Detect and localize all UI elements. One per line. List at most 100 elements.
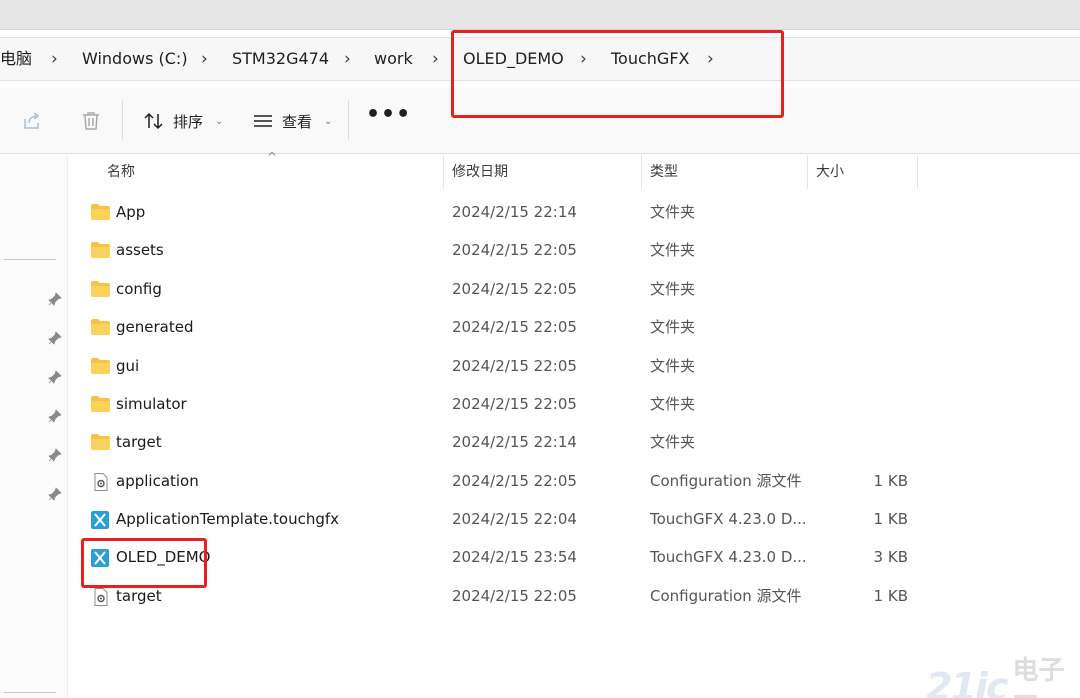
sort-arrows-icon bbox=[144, 112, 163, 130]
folder-icon bbox=[91, 281, 110, 297]
list-item[interactable]: target 2024/2/15 22:05 Configuration 源文件… bbox=[70, 577, 1080, 615]
watermark-text: 电子网 bbox=[1012, 656, 1065, 698]
file-date: 2024/2/15 23:54 bbox=[452, 548, 577, 566]
file-date: 2024/2/15 22:14 bbox=[452, 203, 577, 221]
trash-icon[interactable] bbox=[80, 110, 102, 132]
toolbar-divider bbox=[122, 100, 123, 140]
watermark-number: 21ic bbox=[926, 665, 1008, 698]
file-name: generated bbox=[116, 318, 194, 336]
column-divider[interactable] bbox=[641, 155, 642, 189]
config-file-icon bbox=[91, 473, 110, 491]
list-item[interactable]: gui 2024/2/15 22:05 文件夹 bbox=[70, 347, 1080, 385]
window-top-strip bbox=[0, 0, 1080, 30]
file-date: 2024/2/15 22:14 bbox=[452, 433, 577, 451]
column-divider[interactable] bbox=[917, 155, 918, 189]
file-name: simulator bbox=[116, 395, 187, 413]
file-name: target bbox=[116, 433, 162, 451]
nav-divider bbox=[4, 259, 56, 260]
file-name: config bbox=[116, 280, 162, 298]
chevron-down-icon: ⌄ bbox=[215, 115, 224, 127]
column-header-size[interactable]: 大小 bbox=[816, 155, 844, 189]
highlight-box-file bbox=[81, 538, 207, 588]
pin-icon[interactable] bbox=[48, 292, 62, 306]
breadcrumb-item-drive[interactable]: Windows (C:) bbox=[82, 38, 188, 82]
navigation-pane bbox=[0, 155, 68, 698]
file-type: 文件夹 bbox=[650, 357, 696, 375]
chevron-right-icon[interactable]: › bbox=[51, 38, 58, 82]
folder-icon bbox=[91, 434, 110, 450]
breadcrumb-item-stm32g474[interactable]: STM32G474 bbox=[232, 38, 329, 82]
view-lines-icon bbox=[254, 115, 272, 127]
sort-label: 排序 bbox=[173, 112, 204, 131]
pin-icon[interactable] bbox=[48, 370, 62, 384]
file-name: gui bbox=[116, 357, 140, 375]
file-size: 3 KB bbox=[873, 548, 908, 566]
sort-button[interactable]: 排序 ⌄ bbox=[143, 106, 223, 136]
file-date: 2024/2/15 22:05 bbox=[452, 587, 577, 605]
watermark-logo: 21ic 电子网 bbox=[926, 650, 1080, 698]
column-divider[interactable] bbox=[443, 155, 444, 189]
file-name: App bbox=[116, 203, 146, 221]
file-date: 2024/2/15 22:05 bbox=[452, 357, 577, 375]
file-date: 2024/2/15 22:05 bbox=[452, 318, 577, 336]
folder-icon bbox=[91, 242, 110, 258]
file-type: 文件夹 bbox=[650, 280, 696, 298]
column-header-type[interactable]: 类型 bbox=[650, 155, 678, 189]
file-name: application bbox=[116, 472, 199, 490]
file-type: TouchGFX 4.23.0 D... bbox=[650, 510, 807, 528]
breadcrumb-item-work[interactable]: work bbox=[374, 38, 413, 82]
file-type: TouchGFX 4.23.0 D... bbox=[650, 548, 807, 566]
list-item[interactable]: ApplicationTemplate.touchgfx 2024/2/15 2… bbox=[70, 500, 1080, 538]
breadcrumb-item-computer[interactable]: 电脑 bbox=[0, 38, 32, 82]
share-icon[interactable] bbox=[21, 110, 43, 132]
pin-icon[interactable] bbox=[48, 487, 62, 501]
nav-divider bbox=[4, 692, 56, 693]
column-divider[interactable] bbox=[807, 155, 808, 189]
file-type: Configuration 源文件 bbox=[650, 472, 802, 490]
folder-icon bbox=[91, 319, 110, 335]
chevron-right-icon[interactable]: › bbox=[432, 38, 439, 82]
touchgfx-file-icon bbox=[91, 511, 110, 529]
file-type: Configuration 源文件 bbox=[650, 587, 802, 605]
list-item[interactable]: simulator 2024/2/15 22:05 文件夹 bbox=[70, 385, 1080, 423]
list-item[interactable]: assets 2024/2/15 22:05 文件夹 bbox=[70, 231, 1080, 269]
list-item[interactable]: application 2024/2/15 22:05 Configuratio… bbox=[70, 462, 1080, 500]
file-name: assets bbox=[116, 241, 164, 259]
file-type: 文件夹 bbox=[650, 433, 696, 451]
pin-icon[interactable] bbox=[48, 448, 62, 462]
file-date: 2024/2/15 22:05 bbox=[452, 241, 577, 259]
folder-icon bbox=[91, 358, 110, 374]
list-item[interactable]: config 2024/2/15 22:05 文件夹 bbox=[70, 270, 1080, 308]
toolbar-divider bbox=[348, 100, 349, 140]
folder-icon bbox=[91, 204, 110, 220]
chevron-down-icon: ⌄ bbox=[324, 115, 333, 127]
file-name: ApplicationTemplate.touchgfx bbox=[116, 510, 340, 528]
file-type: 文件夹 bbox=[650, 395, 696, 413]
pin-icon[interactable] bbox=[48, 331, 62, 345]
chevron-right-icon[interactable]: › bbox=[201, 38, 208, 82]
more-options-button[interactable]: ••• bbox=[366, 102, 411, 127]
file-type: 文件夹 bbox=[650, 203, 696, 221]
file-date: 2024/2/15 22:05 bbox=[452, 280, 577, 298]
file-date: 2024/2/15 22:05 bbox=[452, 395, 577, 413]
list-item[interactable]: target 2024/2/15 22:14 文件夹 bbox=[70, 423, 1080, 461]
file-date: 2024/2/15 22:05 bbox=[452, 472, 577, 490]
column-header-date[interactable]: 修改日期 bbox=[452, 155, 508, 189]
highlight-box-path bbox=[451, 30, 784, 118]
chevron-right-icon[interactable]: › bbox=[344, 38, 351, 82]
folder-icon bbox=[91, 396, 110, 412]
file-date: 2024/2/15 22:04 bbox=[452, 510, 577, 528]
view-button[interactable]: 查看 ⌄ bbox=[252, 106, 332, 136]
file-size: 1 KB bbox=[873, 587, 908, 605]
list-item[interactable]: App 2024/2/15 22:14 文件夹 bbox=[70, 193, 1080, 231]
sort-ascending-icon: ^ bbox=[267, 150, 278, 164]
list-item[interactable]: OLED_DEMO 2024/2/15 23:54 TouchGFX 4.23.… bbox=[70, 538, 1080, 576]
file-type: 文件夹 bbox=[650, 318, 696, 336]
file-size: 1 KB bbox=[873, 510, 908, 528]
pin-icon[interactable] bbox=[48, 409, 62, 423]
column-header-name[interactable]: 名称 bbox=[107, 155, 135, 189]
file-size: 1 KB bbox=[873, 472, 908, 490]
list-item[interactable]: generated 2024/2/15 22:05 文件夹 bbox=[70, 308, 1080, 346]
config-file-icon bbox=[91, 588, 110, 606]
file-type: 文件夹 bbox=[650, 241, 696, 259]
